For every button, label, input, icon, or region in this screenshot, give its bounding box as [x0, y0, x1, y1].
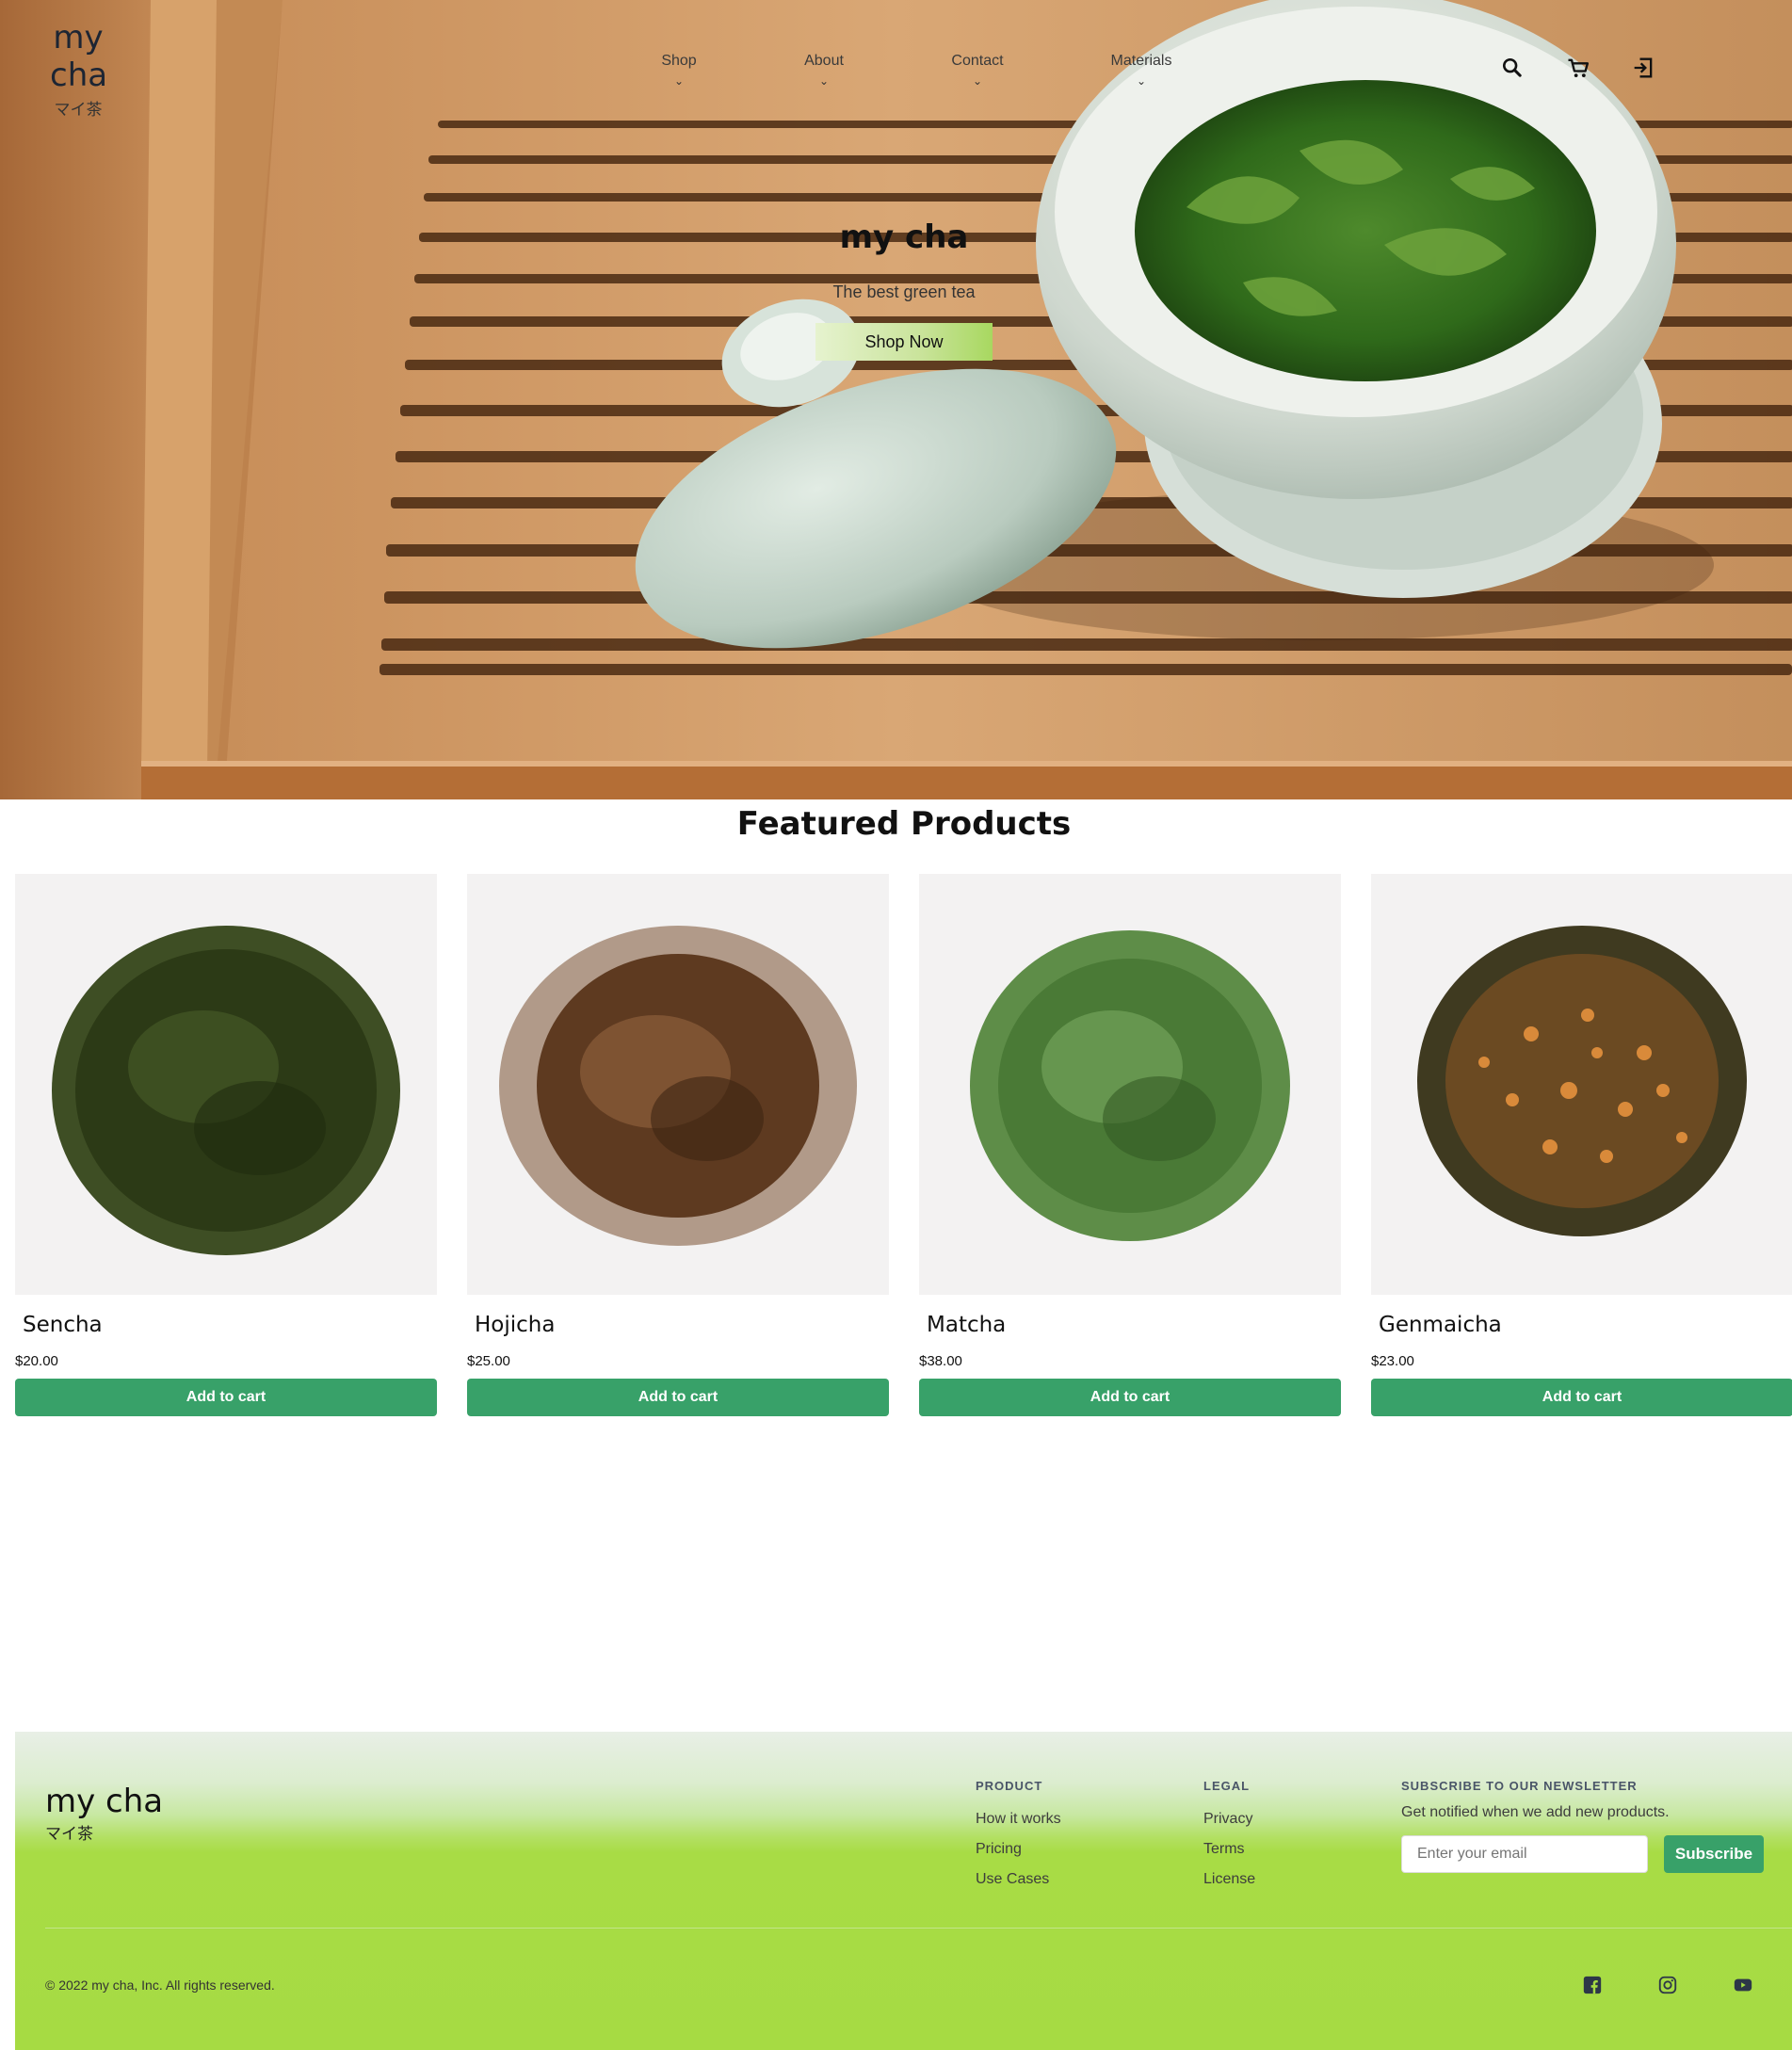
footer-legal-heading: LEGAL: [1203, 1779, 1251, 1793]
product-card-matcha: Matcha $38.00 Add to cart: [919, 874, 1341, 1416]
hero-subtitle: The best green tea: [832, 282, 976, 301]
product-card-hojicha: Hojicha $25.00 Add to cart: [467, 874, 889, 1416]
email-input[interactable]: [1401, 1835, 1648, 1873]
search-icon[interactable]: [1499, 55, 1526, 81]
nav-label-contact: Contact: [951, 53, 1004, 69]
product-price: $25.00: [467, 1353, 510, 1369]
nav-label-shop: Shop: [661, 53, 697, 69]
footer-newsletter: SUBSCRIBE TO OUR NEWSLETTER Get notified…: [1401, 1779, 1764, 1873]
product-card-sencha: Sencha $20.00 Add to cart: [15, 874, 437, 1416]
shop-now-button[interactable]: Shop Now: [815, 323, 993, 361]
add-to-cart-button[interactable]: Add to cart: [467, 1379, 889, 1416]
login-icon[interactable]: [1630, 55, 1656, 81]
footer-logo[interactable]: my cha マイ茶: [45, 1783, 163, 1844]
chevron-down-icon: ⌄: [1136, 74, 1147, 88]
add-to-cart-button[interactable]: Add to cart: [919, 1379, 1341, 1416]
product-price: $23.00: [1371, 1353, 1414, 1369]
subscribe-button[interactable]: Subscribe: [1664, 1835, 1764, 1873]
product-image-hojicha[interactable]: [467, 874, 889, 1295]
newsletter-heading: SUBSCRIBE TO OUR NEWSLETTER: [1401, 1779, 1638, 1793]
product-image-sencha[interactable]: [15, 874, 437, 1295]
footer-legal-column: LEGAL Privacy Terms License: [1203, 1779, 1255, 1895]
nav-item-shop[interactable]: Shop ⌄: [661, 53, 696, 87]
site-footer: my cha マイ茶 PRODUCT How it works Pricing …: [15, 1732, 1792, 2050]
footer-link-how-it-works[interactable]: How it works: [976, 1804, 1061, 1834]
facebook-icon[interactable]: [1582, 1975, 1603, 1995]
add-to-cart-button[interactable]: Add to cart: [1371, 1379, 1792, 1416]
product-card-genmaicha: Genmaicha $23.00 Add to cart: [1371, 874, 1792, 1416]
footer-link-pricing[interactable]: Pricing: [976, 1834, 1061, 1864]
newsletter-text: Get notified when we add new products.: [1401, 1804, 1670, 1820]
footer-product-column: PRODUCT How it works Pricing Use Cases: [976, 1779, 1061, 1895]
product-price: $38.00: [919, 1353, 962, 1369]
footer-link-privacy[interactable]: Privacy: [1203, 1804, 1255, 1834]
hero-section: my cha マイ茶 Shop ⌄ About ⌄ Contact ⌄ Mate…: [0, 0, 1792, 799]
hero-background-image: [0, 0, 1792, 799]
nav-label-materials: Materials: [1110, 53, 1172, 69]
product-image-genmaicha[interactable]: [1371, 874, 1792, 1295]
footer-link-license[interactable]: License: [1203, 1864, 1255, 1895]
hero-content: my cha The best green tea Shop Now: [0, 217, 1792, 361]
featured-products-title: Featured Products: [736, 805, 1072, 843]
product-image-matcha[interactable]: [919, 874, 1341, 1295]
nav-label-about: About: [804, 53, 844, 69]
chevron-down-icon: ⌄: [972, 74, 983, 88]
nav-item-contact[interactable]: Contact ⌄: [951, 53, 1003, 87]
footer-brand-japanese: マイ茶: [45, 1825, 93, 1843]
footer-link-terms[interactable]: Terms: [1203, 1834, 1255, 1864]
footer-divider: [45, 1928, 1792, 1929]
chevron-down-icon: ⌄: [673, 74, 685, 88]
hero-title: my cha: [839, 218, 969, 256]
product-price: $20.00: [15, 1353, 58, 1369]
instagram-icon[interactable]: [1657, 1975, 1678, 1995]
youtube-icon[interactable]: [1733, 1975, 1753, 1995]
newsletter-form: Subscribe: [1401, 1835, 1764, 1873]
copyright-text: © 2022 my cha, Inc. All rights reserved.: [45, 1977, 275, 1993]
product-name: Hojicha: [475, 1313, 556, 1337]
add-to-cart-button[interactable]: Add to cart: [15, 1379, 437, 1416]
nav-item-materials[interactable]: Materials ⌄: [1111, 53, 1172, 87]
footer-brand: my cha: [45, 1783, 164, 1820]
cart-icon[interactable]: [1565, 55, 1591, 81]
footer-product-heading: PRODUCT: [976, 1779, 1043, 1793]
chevron-down-icon: ⌄: [818, 74, 830, 88]
logo-line-my: my: [53, 19, 104, 56]
nav-item-about[interactable]: About ⌄: [804, 53, 844, 87]
footer-link-use-cases[interactable]: Use Cases: [976, 1864, 1061, 1895]
product-name: Sencha: [23, 1313, 103, 1337]
product-name: Matcha: [927, 1313, 1007, 1337]
product-name: Genmaicha: [1379, 1313, 1502, 1337]
